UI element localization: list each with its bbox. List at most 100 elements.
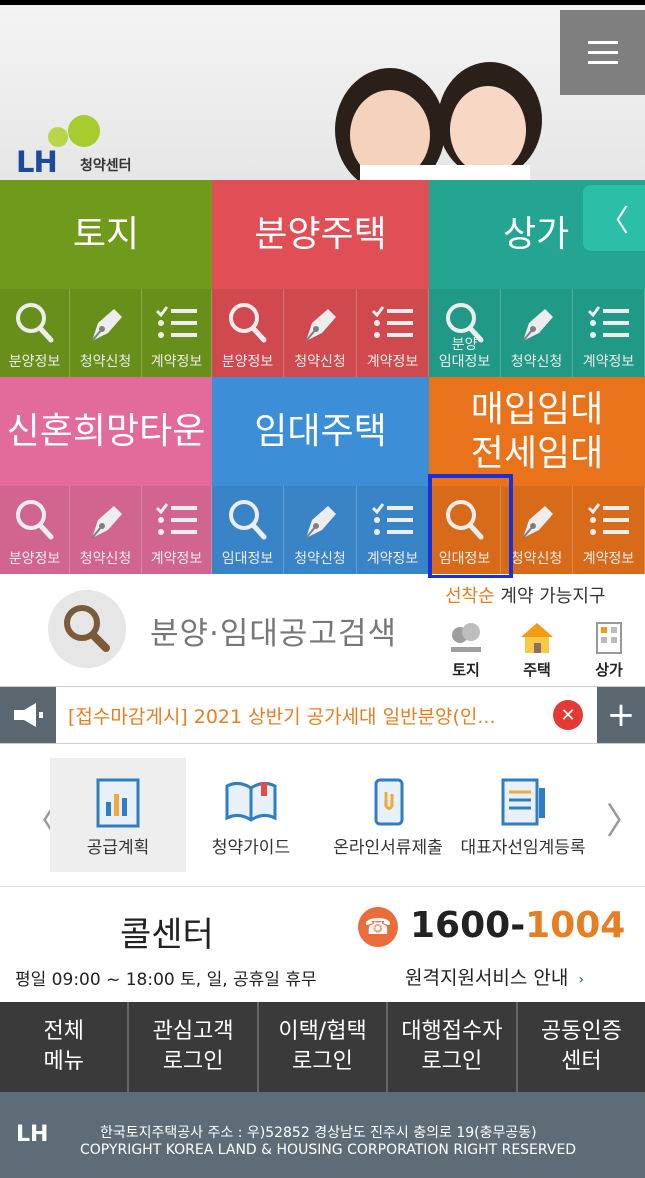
- mini-land-button[interactable]: 토지: [434, 614, 498, 680]
- category-title-1[interactable]: 분양주택: [212, 180, 429, 289]
- call-number-suffix: 1004: [525, 905, 626, 946]
- quick-item-guide[interactable]: 청약가이드: [183, 758, 319, 872]
- menu-button[interactable]: [560, 10, 645, 95]
- category-item-label: 계약정보: [366, 354, 419, 370]
- first-come-suffix: 계약 가능지구: [494, 586, 606, 607]
- category-4-item-0[interactable]: 임대정보: [212, 486, 284, 574]
- category-item-label: 청약신청: [294, 551, 346, 567]
- category-3-item-0[interactable]: 분양정보: [0, 486, 70, 574]
- category-item-label: 청약신청: [510, 354, 563, 370]
- checklist-icon: [155, 503, 197, 535]
- quick-item-label: 대표자선임계등록: [460, 838, 586, 858]
- search-icon: [15, 500, 53, 540]
- search-icon-circle[interactable]: [48, 590, 126, 668]
- category-3-item-1[interactable]: 청약신청: [70, 486, 142, 574]
- notice-close-button[interactable]: ✕: [553, 700, 583, 730]
- quick-menu: 〈 공급계획 청약가이드 온라인서류제출 대표자선임계등록 〉: [0, 744, 645, 886]
- chevron-left-icon: 〈: [599, 204, 629, 239]
- phone-attachment-icon: [374, 778, 404, 826]
- category-5-item-2[interactable]: 계약정보: [573, 486, 645, 574]
- checklist-icon: [587, 503, 629, 535]
- quick-item-supply-plan[interactable]: 공급계획: [50, 758, 186, 872]
- logo-subtitle: 청약센터: [80, 158, 132, 174]
- first-come-prefix: 선착순: [445, 586, 495, 607]
- mini-label: 주택: [523, 661, 551, 679]
- form-pen-icon: [501, 778, 545, 826]
- chart-document-icon: [96, 778, 140, 828]
- category-item-label: 분양정보: [8, 551, 61, 567]
- quick-item-representative[interactable]: 대표자선임계등록: [455, 758, 591, 872]
- search-icon: [445, 303, 483, 343]
- notice-text[interactable]: [접수마감게시] 2021 상반기 공가세대 일반분양(인...: [68, 702, 518, 729]
- remote-support-link[interactable]: 원격지원서비스 안내 ›: [405, 963, 584, 990]
- category-2-item-2[interactable]: 계약정보: [573, 289, 645, 377]
- category-title-3[interactable]: 신혼희망타운: [0, 377, 212, 486]
- category-4-item-2[interactable]: 계약정보: [357, 486, 429, 574]
- category-title-5[interactable]: 매입임대 전세임대: [429, 377, 645, 486]
- category-item-label: 분양정보: [8, 354, 61, 370]
- category-1-item-0[interactable]: 분양정보: [212, 289, 284, 377]
- mini-house-button[interactable]: 주택: [505, 614, 569, 680]
- category-2-item-1[interactable]: 청약신청: [501, 289, 573, 377]
- bottom-menu-interest-login[interactable]: 관심고객 로그인: [129, 1002, 259, 1092]
- category-item-label: 계약정보: [150, 354, 203, 370]
- search-icon: [228, 303, 266, 343]
- category-0-item-1[interactable]: 청약신청: [70, 289, 142, 377]
- bottom-menu-all[interactable]: 전체 메뉴: [0, 1002, 130, 1092]
- bottom-menu-label: 이택/협택 로그인: [278, 1019, 367, 1074]
- category-title-4[interactable]: 임대주택: [212, 377, 429, 486]
- quick-item-label: 청약가이드: [211, 838, 291, 858]
- pen-nib-icon: [90, 506, 122, 539]
- mini-store-button[interactable]: 상가: [577, 614, 641, 680]
- quick-item-label: 공급계획: [86, 838, 150, 858]
- category-title-0[interactable]: 토지: [0, 180, 212, 289]
- category-item-label: 계약정보: [582, 354, 635, 370]
- call-center-title: 콜센터: [120, 915, 214, 955]
- category-item-label: 청약신청: [294, 354, 346, 370]
- category-3-item-2[interactable]: 계약정보: [142, 486, 212, 574]
- mini-label: 상가: [595, 661, 623, 679]
- bottom-menu-partner-login[interactable]: 이택/협택 로그인: [259, 1002, 389, 1092]
- remote-support-label: 원격지원서비스 안내: [405, 967, 569, 989]
- category-item-label: 청약신청: [79, 551, 132, 567]
- checklist-icon: [587, 306, 629, 338]
- category-item-label: 청약신청: [510, 551, 563, 567]
- call-number[interactable]: 1600-1004: [410, 905, 625, 946]
- category-item-label: 계약정보: [366, 551, 419, 567]
- category-0-item-2[interactable]: 계약정보: [142, 289, 212, 377]
- quick-item-online-docs[interactable]: 온라인서류제출: [320, 758, 456, 872]
- megaphone-icon: [0, 687, 56, 743]
- category-2-item-0[interactable]: 분양 임대정보: [429, 289, 501, 377]
- call-center: 콜센터 ☎ 1600-1004 평일 09:00 ~ 18:00 토, 일, 공…: [0, 886, 645, 1002]
- bottom-menu: 전체 메뉴 관심고객 로그인 이택/협택 로그인 대행접수자 로그인 공동인증 …: [0, 1002, 645, 1092]
- hero-banner: LH 청약센터: [0, 5, 645, 180]
- category-1-item-2[interactable]: 계약정보: [357, 289, 429, 377]
- bottom-menu-agent-login[interactable]: 대행접수자 로그인: [388, 1002, 518, 1092]
- footer-address: 한국토지주택공사 주소 : 우)52852 경상남도 진주시 충의로 19(충무…: [100, 1125, 537, 1141]
- quick-next-arrow[interactable]: 〉: [606, 792, 642, 844]
- footer: LH 한국토지주택공사 주소 : 우)52852 경상남도 진주시 충의로 19…: [0, 1092, 645, 1178]
- category-item-label: 분양정보: [221, 354, 274, 370]
- mini-label: 토지: [452, 661, 480, 679]
- chevron-right-icon: ›: [578, 972, 584, 988]
- bottom-menu-label: 관심고객 로그인: [152, 1019, 234, 1074]
- category-4-item-1[interactable]: 청약신청: [284, 486, 357, 574]
- category-item-label: 청약신청: [79, 354, 132, 370]
- search-icon: [64, 605, 110, 652]
- search-icon: [15, 303, 53, 343]
- category-0-item-0[interactable]: 분양정보: [0, 289, 70, 377]
- bottom-menu-label: 전체 메뉴: [43, 1019, 84, 1074]
- category-1-item-1[interactable]: 청약신청: [284, 289, 357, 377]
- first-come-label: 선착순 계약 가능지구: [445, 582, 606, 608]
- category-item-label: 계약정보: [582, 551, 635, 567]
- lh-logo[interactable]: LH: [16, 145, 58, 179]
- bottom-menu-label: 공동인증 센터: [540, 1019, 622, 1074]
- house-icon: [521, 623, 553, 653]
- footer-copyright: COPYRIGHT KOREA LAND & HOUSING CORPORATI…: [80, 1142, 577, 1158]
- search-announcement-link[interactable]: 분양·임대공고검색: [150, 608, 397, 653]
- pen-nib-icon: [305, 309, 336, 342]
- side-toggle-button[interactable]: 〈: [583, 185, 645, 251]
- book-icon: [225, 781, 277, 822]
- notice-more-button[interactable]: +: [597, 687, 645, 743]
- bottom-menu-certificate[interactable]: 공동인증 센터: [518, 1002, 645, 1092]
